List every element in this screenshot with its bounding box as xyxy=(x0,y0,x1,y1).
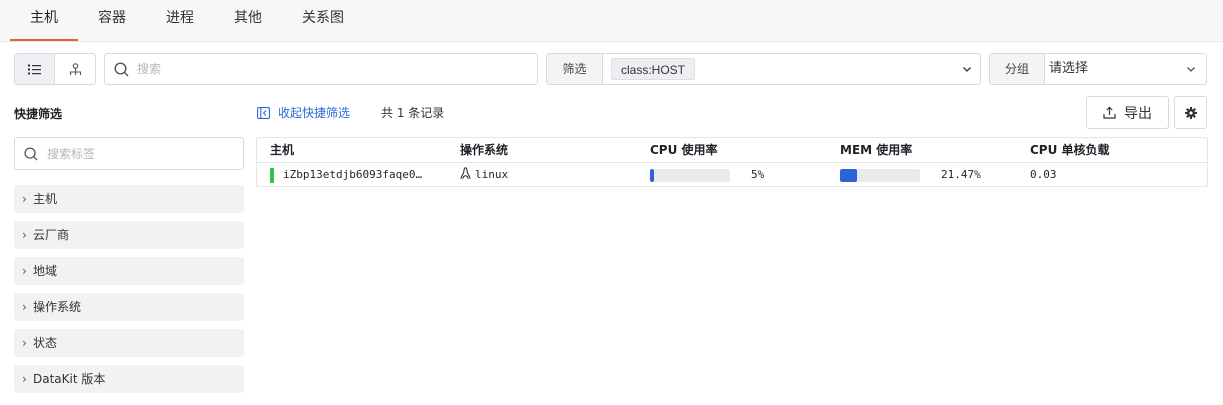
quick-filter-title: 快捷筛选 xyxy=(14,107,63,121)
os-cell: linux xyxy=(460,163,508,187)
chevron-right-icon: › xyxy=(22,264,27,278)
export-button[interactable]: 导出 xyxy=(1086,96,1169,129)
collapse-panel-icon xyxy=(257,107,270,119)
facet-label: DataKit 版本 xyxy=(33,372,106,386)
tab-process[interactable]: 进程 xyxy=(156,0,204,42)
facet-label: 状态 xyxy=(33,336,58,350)
list-icon xyxy=(28,64,41,74)
active-tab-indicator xyxy=(10,39,78,41)
gear-icon xyxy=(1184,106,1197,119)
facet-status[interactable]: › 状态 xyxy=(14,329,244,357)
group-select[interactable]: 分组 请选择 xyxy=(989,53,1207,85)
record-count: 共 1 条记录 xyxy=(381,106,445,120)
chevron-right-icon: › xyxy=(22,300,27,314)
search-icon xyxy=(24,147,38,161)
filter-label: 筛选 xyxy=(547,54,603,84)
facet-datakit-version[interactable]: › DataKit 版本 xyxy=(14,365,244,393)
topology-icon xyxy=(69,62,81,75)
facet-label: 地域 xyxy=(33,264,58,278)
column-header-os[interactable]: 操作系统 xyxy=(460,138,508,163)
chevron-right-icon: › xyxy=(22,228,27,242)
column-header-mem-usage[interactable]: MEM 使用率 xyxy=(840,138,912,163)
tag-search-box xyxy=(14,137,244,170)
export-label: 导出 xyxy=(1124,105,1152,122)
view-toggle xyxy=(14,53,96,85)
table-row[interactable]: iZbp13etdjb6093faqe0… linux 5% 21.47% 0.… xyxy=(257,163,1207,187)
tab-other[interactable]: 其他 xyxy=(224,0,272,42)
cpu-usage-bar-fill xyxy=(650,169,654,182)
mem-usage-bar xyxy=(840,169,920,182)
host-status-indicator xyxy=(270,168,274,183)
host-name-cell[interactable]: iZbp13etdjb6093faqe0… xyxy=(283,163,422,187)
chevron-right-icon: › xyxy=(22,192,27,206)
tab-relation-graph[interactable]: 关系图 xyxy=(292,0,354,42)
mem-usage-bar-fill xyxy=(840,169,857,182)
tag-search-input[interactable] xyxy=(47,138,237,169)
os-label: linux xyxy=(475,168,509,181)
cpu-usage-value: 5% xyxy=(751,168,765,181)
list-view-button[interactable] xyxy=(15,54,56,84)
collapse-quick-filter-link[interactable]: 收起快捷筛选 xyxy=(257,104,350,122)
chevron-right-icon: › xyxy=(22,336,27,350)
topology-view-button[interactable] xyxy=(55,54,95,84)
chevron-right-icon: › xyxy=(22,372,27,386)
facet-host[interactable]: › 主机 xyxy=(14,185,244,213)
filter-select[interactable]: 筛选 class:HOST xyxy=(546,53,981,85)
settings-button[interactable] xyxy=(1174,96,1207,129)
cpu-usage-bar xyxy=(650,169,730,182)
search-icon xyxy=(114,62,129,77)
chevron-down-icon xyxy=(1187,67,1195,72)
search-input[interactable] xyxy=(137,54,527,84)
upload-icon xyxy=(1103,106,1116,119)
facet-cloud-provider[interactable]: › 云厂商 xyxy=(14,221,244,249)
column-header-host[interactable]: 主机 xyxy=(270,138,294,163)
group-label: 分组 xyxy=(990,54,1045,84)
collapse-label: 收起快捷筛选 xyxy=(278,106,351,120)
facet-label: 操作系统 xyxy=(33,300,82,314)
column-header-cpu-load[interactable]: CPU 单核负载 xyxy=(1030,138,1110,163)
search-box xyxy=(104,53,538,85)
mem-usage-value: 21.47% xyxy=(941,168,981,181)
chevron-down-icon xyxy=(963,67,971,72)
top-tab-bar: 主机 容器 进程 其他 关系图 xyxy=(0,0,1223,42)
group-value: 请选择 xyxy=(1049,61,1089,76)
facet-label: 云厂商 xyxy=(33,228,70,242)
facet-region[interactable]: › 地域 xyxy=(14,257,244,285)
table-header: 主机 操作系统 CPU 使用率 MEM 使用率 CPU 单核负载 xyxy=(257,138,1207,163)
filter-chip[interactable]: class:HOST xyxy=(611,58,696,80)
host-table: 主机 操作系统 CPU 使用率 MEM 使用率 CPU 单核负载 iZbp13e… xyxy=(256,137,1208,187)
cpu-load-value: 0.03 xyxy=(1030,168,1057,181)
facet-label: 主机 xyxy=(33,192,58,206)
facet-os[interactable]: › 操作系统 xyxy=(14,293,244,321)
tab-container[interactable]: 容器 xyxy=(88,0,136,42)
linux-icon xyxy=(460,167,471,179)
tab-host[interactable]: 主机 xyxy=(10,0,78,42)
column-header-cpu-usage[interactable]: CPU 使用率 xyxy=(650,138,718,163)
